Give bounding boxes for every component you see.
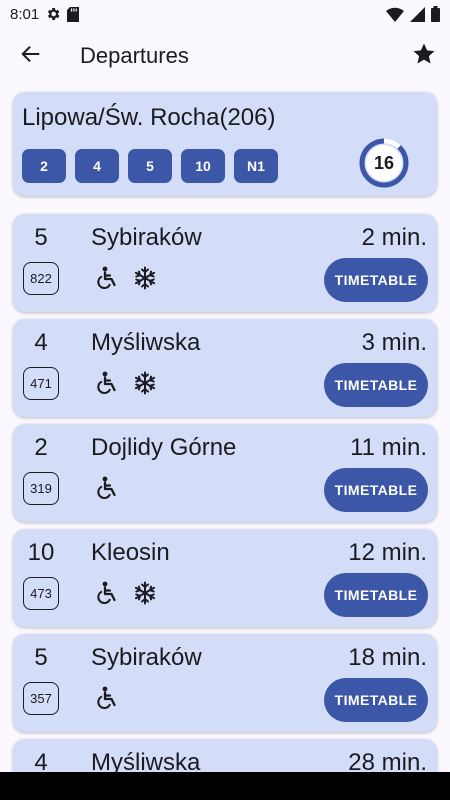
line-chip[interactable]: 4 bbox=[75, 149, 119, 183]
snowflake-icon bbox=[133, 266, 157, 290]
departure-line: 4 bbox=[34, 329, 48, 356]
vehicle-number: 822 bbox=[23, 262, 59, 295]
timetable-button[interactable]: TIMETABLE bbox=[324, 573, 428, 617]
line-chips: 2 4 5 10 N1 bbox=[22, 149, 278, 183]
departure-time: 2 min. bbox=[361, 224, 427, 251]
departure-time: 3 min. bbox=[361, 329, 427, 356]
departure-time: 11 min. bbox=[350, 434, 427, 461]
departure-time: 18 min. bbox=[348, 644, 427, 671]
back-button[interactable] bbox=[3, 28, 59, 84]
departure-destination: Myśliwska bbox=[91, 329, 201, 356]
stop-name: Lipowa/Św. Rocha(206) bbox=[22, 104, 276, 131]
departure-line: 10 bbox=[27, 539, 55, 566]
departure-line: 2 bbox=[34, 434, 48, 461]
vehicle-features bbox=[97, 686, 119, 710]
departure-destination: Sybiraków bbox=[91, 224, 202, 251]
departure-card[interactable]: 10 Kleosin 12 min. 473 TIMETABLE bbox=[13, 529, 437, 627]
departure-destination: Dojlidy Górne bbox=[91, 434, 237, 461]
line-chip[interactable]: 2 bbox=[22, 149, 66, 183]
signal-icon bbox=[410, 6, 425, 22]
vehicle-features bbox=[97, 476, 119, 500]
departure-card[interactable]: 4 Myśliwska 3 min. 471 TIMETABLE bbox=[13, 319, 437, 417]
wheelchair-icon bbox=[97, 476, 119, 500]
wheelchair-icon bbox=[97, 581, 119, 605]
departure-card[interactable]: 5 Sybiraków 18 min. 357 TIMETABLE bbox=[13, 634, 437, 732]
timetable-button[interactable]: TIMETABLE bbox=[324, 258, 428, 302]
status-time: 8:01 bbox=[10, 5, 40, 23]
departure-time: 12 min. bbox=[348, 539, 427, 566]
wheelchair-icon bbox=[97, 266, 119, 290]
page-title: Departures bbox=[80, 43, 189, 68]
snowflake-icon bbox=[133, 581, 157, 605]
battery-icon bbox=[431, 6, 440, 22]
departure-line: 5 bbox=[34, 224, 48, 251]
arrow-back-icon bbox=[20, 43, 42, 70]
wheelchair-icon bbox=[97, 686, 119, 710]
vehicle-number: 357 bbox=[23, 682, 59, 715]
star-icon bbox=[412, 42, 436, 71]
line-chip[interactable]: 10 bbox=[181, 149, 225, 183]
favorite-button[interactable] bbox=[404, 36, 444, 76]
app-bar: Departures bbox=[0, 28, 450, 84]
countdown-value: 16 bbox=[373, 152, 395, 173]
snowflake-icon bbox=[133, 371, 157, 395]
vehicle-features bbox=[97, 581, 157, 605]
vehicle-number: 471 bbox=[23, 367, 59, 400]
system-nav-bar bbox=[0, 772, 450, 800]
departure-card[interactable]: 2 Dojlidy Górne 11 min. 319 TIMETABLE bbox=[13, 424, 437, 522]
stop-card: Lipowa/Św. Rocha(206) 2 4 5 10 N1 16 bbox=[13, 92, 437, 196]
line-chip[interactable]: 5 bbox=[128, 149, 172, 183]
vehicle-features bbox=[97, 266, 157, 290]
timetable-button[interactable]: TIMETABLE bbox=[324, 678, 428, 722]
wifi-icon bbox=[386, 7, 404, 22]
departure-destination: Kleosin bbox=[91, 539, 170, 566]
departure-line: 5 bbox=[34, 644, 48, 671]
sd-card-icon bbox=[67, 6, 80, 22]
status-bar: 8:01 bbox=[0, 0, 450, 28]
departure-card[interactable]: 5 Sybiraków 2 min. 822 TIMETABLE bbox=[13, 214, 437, 312]
vehicle-number: 319 bbox=[23, 472, 59, 505]
line-chip[interactable]: N1 bbox=[234, 149, 278, 183]
timetable-button[interactable]: TIMETABLE bbox=[324, 468, 428, 512]
vehicle-number: 473 bbox=[23, 577, 59, 610]
wheelchair-icon bbox=[97, 371, 119, 395]
refresh-countdown: 16 bbox=[358, 137, 410, 189]
vehicle-features bbox=[97, 371, 157, 395]
timetable-button[interactable]: TIMETABLE bbox=[324, 363, 428, 407]
gear-icon bbox=[45, 6, 61, 22]
departure-destination: Sybiraków bbox=[91, 644, 202, 671]
